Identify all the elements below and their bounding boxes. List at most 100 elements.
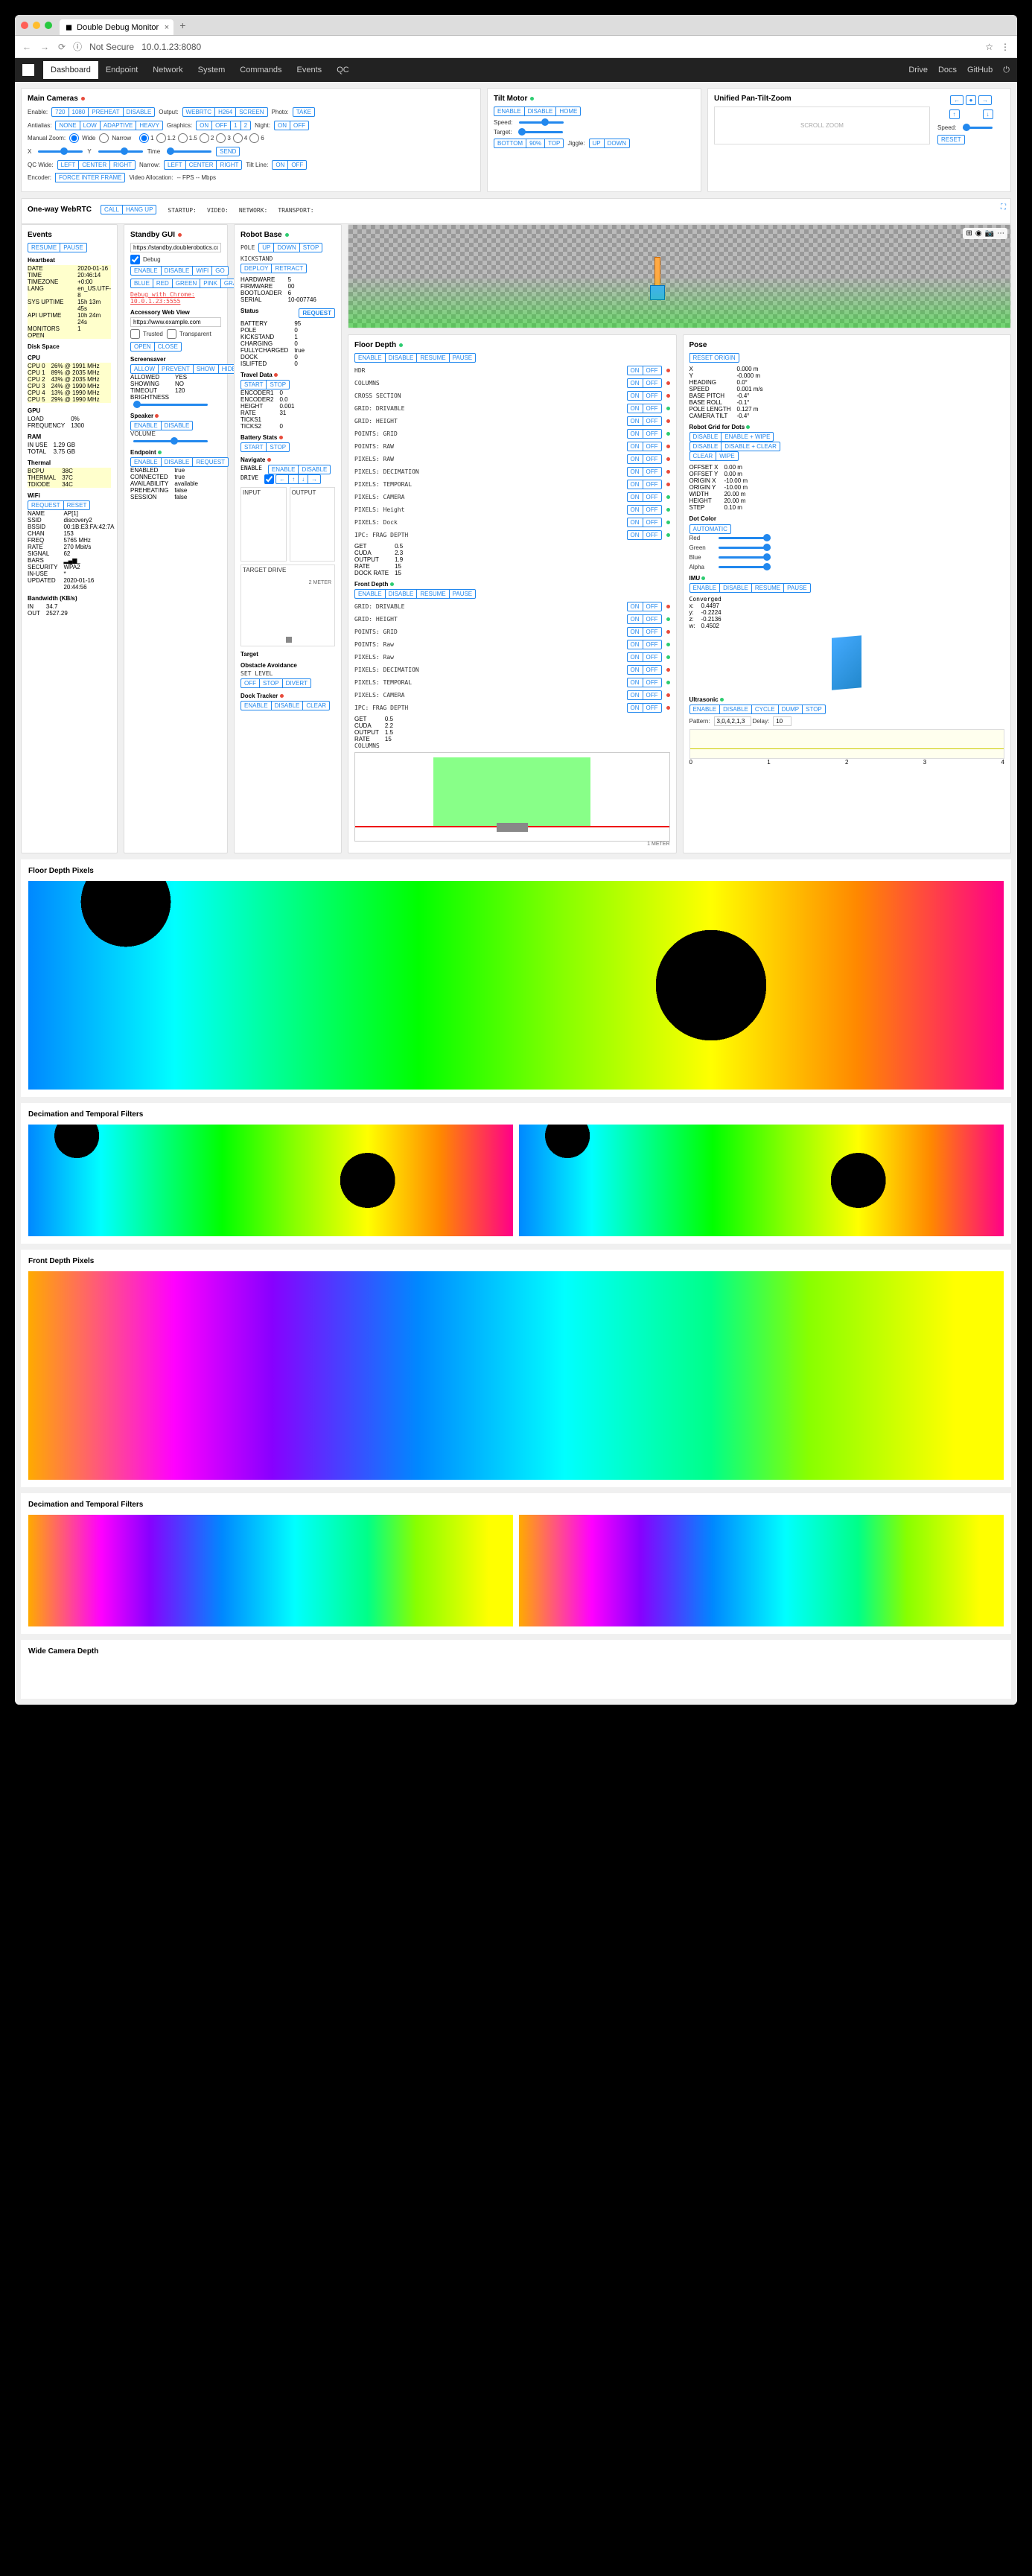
pole-stop[interactable]: STOP [299, 243, 323, 252]
antialias-heavy[interactable]: HEAVY [136, 121, 163, 130]
tilt-motor-home[interactable]: HOME [555, 106, 581, 116]
debug-go[interactable]: GO [211, 266, 228, 276]
floor-resume[interactable]: RESUME [416, 353, 448, 363]
volume-slider[interactable] [133, 440, 208, 442]
nav-drive[interactable]: Drive [908, 66, 928, 74]
endpoint-enable[interactable]: ENABLE [130, 457, 161, 467]
nav-system[interactable]: System [191, 61, 233, 79]
power-icon[interactable]: ⏻ [1003, 66, 1010, 75]
expand-icon[interactable]: ⛶ [1001, 203, 1006, 212]
front-pause[interactable]: PAUSE [449, 589, 477, 599]
delay-input[interactable] [773, 716, 791, 726]
obstacle-off[interactable]: OFF [241, 678, 259, 688]
jiggle-down[interactable]: DOWN [604, 139, 630, 148]
bookmark-icon[interactable]: ☆ [985, 42, 993, 52]
y-slider[interactable] [98, 150, 143, 153]
toggle-on[interactable]: ON [627, 627, 643, 637]
3d-viewer[interactable]: ⊞ ◉ 📷 ⋯ [348, 224, 1011, 328]
accessory-close[interactable]: CLOSE [154, 342, 182, 352]
obstacle-stop[interactable]: STOP [259, 678, 282, 688]
camera-icon[interactable]: 📷 [985, 229, 994, 238]
speaker-disable[interactable]: DISABLE [161, 421, 194, 430]
dots-enable-wipe[interactable]: ENABLE + WIPE [721, 432, 774, 442]
close-window[interactable] [21, 22, 28, 29]
color-green[interactable]: GREEN [172, 279, 200, 288]
pose-reset-origin[interactable]: RESET ORIGIN [689, 353, 739, 363]
trusted-checkbox[interactable] [130, 329, 140, 339]
drive-checkbox[interactable] [264, 474, 274, 484]
ultrasonic-stop[interactable]: STOP [802, 705, 826, 714]
narrow-left[interactable]: LEFT [164, 160, 185, 170]
toggle-on[interactable]: ON [627, 678, 643, 687]
toggle-off[interactable]: OFF [643, 442, 662, 451]
toggle-off[interactable]: OFF [643, 454, 662, 464]
toggle-on[interactable]: ON [627, 416, 643, 426]
battery-start[interactable]: START [241, 442, 266, 452]
reload-icon[interactable]: ⟳ [58, 42, 66, 52]
color-red[interactable]: RED [153, 279, 172, 288]
ultrasonic-dump[interactable]: DUMP [778, 705, 803, 714]
webrtc-hang-up[interactable]: HANG UP [122, 205, 156, 214]
imu-disable[interactable]: DISABLE [719, 583, 751, 593]
zoom-1.5[interactable] [178, 133, 188, 143]
front-enable[interactable]: ENABLE [354, 589, 385, 599]
x-slider[interactable] [38, 150, 83, 153]
jiggle-up[interactable]: UP [589, 139, 604, 148]
qcwide-left[interactable]: LEFT [57, 160, 79, 170]
travel-start[interactable]: START [241, 380, 266, 389]
imu-pause[interactable]: PAUSE [783, 583, 811, 593]
toggle-off[interactable]: OFF [643, 690, 662, 700]
imu-enable[interactable]: ENABLE [689, 583, 720, 593]
toggle-on[interactable]: ON [627, 640, 643, 649]
toggle-off[interactable]: OFF [643, 492, 662, 502]
zoom-narrow-radio[interactable] [99, 133, 109, 143]
dock-clear[interactable]: CLEAR [302, 701, 330, 710]
toggle-off[interactable]: OFF [643, 467, 662, 477]
toggle-on[interactable]: ON [627, 602, 643, 611]
ptz-left[interactable]: ← [950, 95, 963, 105]
color-blue[interactable]: BLUE [130, 279, 153, 288]
speed-slider[interactable] [519, 121, 564, 124]
output-h264[interactable]: H264 [214, 107, 235, 117]
wifi-request[interactable]: REQUEST [28, 500, 63, 510]
ptz-center[interactable]: ● [966, 95, 977, 105]
toggle-off[interactable]: OFF [643, 703, 662, 713]
toggle-off[interactable]: OFF [643, 518, 662, 527]
nav-docs[interactable]: Docs [938, 66, 957, 74]
toggle-on[interactable]: ON [627, 366, 643, 375]
floor-pause[interactable]: PAUSE [449, 353, 477, 363]
ptz-down[interactable]: ↓ [983, 109, 993, 119]
transparent-checkbox[interactable] [167, 329, 176, 339]
toggle-on[interactable]: ON [627, 378, 643, 388]
accessory-url-input[interactable] [130, 317, 221, 327]
dots-disable-clear[interactable]: DISABLE + CLEAR [721, 442, 780, 451]
toggle-off[interactable]: OFF [643, 429, 662, 439]
front-disable[interactable]: DISABLE [385, 589, 417, 599]
screensaver-allow[interactable]: ALLOW [130, 364, 158, 374]
ultrasonic-enable[interactable]: ENABLE [689, 705, 720, 714]
antialias-low[interactable]: LOW [80, 121, 100, 130]
ptz-reset-button[interactable]: RESET [937, 135, 965, 144]
navigate-disable[interactable]: DISABLE [298, 465, 331, 474]
pole-up[interactable]: UP [258, 243, 273, 252]
green-slider[interactable] [719, 547, 771, 549]
wifi-reset[interactable]: RESET [63, 500, 91, 510]
graphics-1[interactable]: 1 [230, 121, 240, 130]
front-resume[interactable]: RESUME [416, 589, 448, 599]
antialias-none[interactable]: NONE [55, 121, 79, 130]
toggle-on[interactable]: ON [627, 467, 643, 477]
maximize-window[interactable] [45, 22, 52, 29]
tilt-motor-enable[interactable]: ENABLE [494, 106, 524, 116]
debug-disable[interactable]: DISABLE [161, 266, 193, 276]
events-resume[interactable]: RESUME [28, 243, 60, 252]
toggle-on[interactable]: ON [627, 505, 643, 515]
endpoint-request[interactable]: REQUEST [192, 457, 229, 467]
screensaver-prevent[interactable]: PREVENT [158, 364, 193, 374]
toggle-on[interactable]: ON [627, 480, 643, 489]
encoder-force-inter-frame[interactable]: FORCE INTER FRAME [55, 173, 125, 182]
menu-icon[interactable]: ⋮ [1001, 42, 1010, 52]
blue-slider[interactable] [719, 556, 771, 559]
enable-720[interactable]: 720 [51, 107, 68, 117]
qcwide-right[interactable]: RIGHT [109, 160, 136, 170]
ptz-right[interactable]: → [978, 95, 992, 105]
